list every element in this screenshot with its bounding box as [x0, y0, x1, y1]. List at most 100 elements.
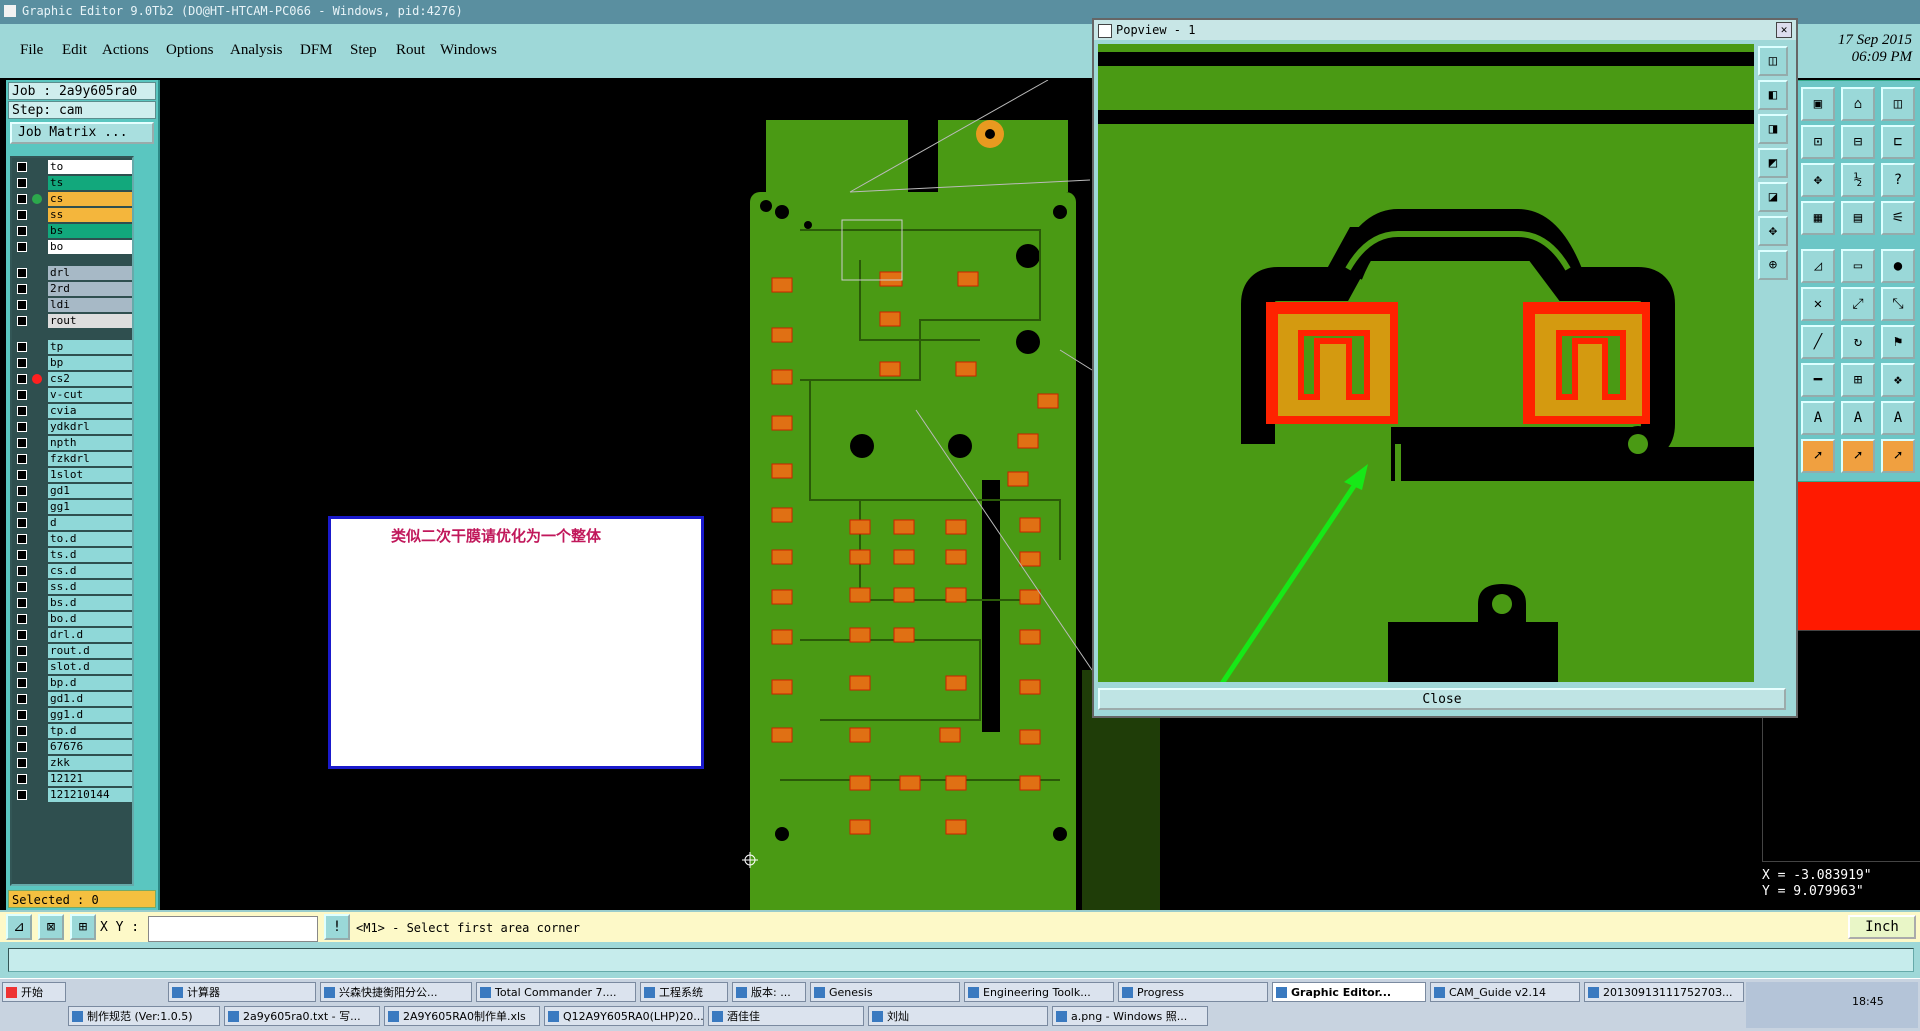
layer-row[interactable]: 67676: [14, 740, 132, 754]
tool-select-icon[interactable]: ➚: [1801, 439, 1835, 473]
layer-row[interactable]: to: [14, 160, 132, 174]
tool-measure-icon[interactable]: ◿: [1801, 249, 1835, 283]
menu-step[interactable]: Step: [350, 42, 377, 59]
popview-tool-5-icon[interactable]: ◪: [1758, 182, 1788, 212]
job-matrix-button[interactable]: Job Matrix ...: [10, 122, 154, 144]
layer-row[interactable]: npth: [14, 436, 132, 450]
layer-row[interactable]: bs: [14, 224, 132, 238]
menu-actions[interactable]: Actions: [102, 42, 149, 59]
layer-row[interactable]: 12121: [14, 772, 132, 786]
layer-checkbox[interactable]: [17, 422, 27, 432]
layer-row[interactable]: gd1: [14, 484, 132, 498]
tool-help-icon[interactable]: ?: [1881, 163, 1915, 197]
layer-checkbox[interactable]: [17, 694, 27, 704]
tool-zoom-out-icon[interactable]: ⊟: [1841, 125, 1875, 159]
menu-dfm[interactable]: DFM: [300, 42, 333, 59]
layer-row[interactable]: ts.d: [14, 548, 132, 562]
layer-row[interactable]: bp.d: [14, 676, 132, 690]
taskbar-button[interactable]: Q12A9Y605RA0(LHP)20...: [544, 1006, 704, 1026]
popview-tool-2-icon[interactable]: ◧: [1758, 80, 1788, 110]
popview-tool-3-icon[interactable]: ◨: [1758, 114, 1788, 144]
layer-checkbox[interactable]: [17, 662, 27, 672]
layer-checkbox[interactable]: [17, 774, 27, 784]
layer-row[interactable]: d: [14, 516, 132, 530]
tool-shapes-icon[interactable]: ❖: [1881, 363, 1915, 397]
taskbar-button[interactable]: 刘灿: [868, 1006, 1048, 1026]
tool-route-icon[interactable]: ⊏: [1881, 125, 1915, 159]
tool-text-c-icon[interactable]: A: [1881, 401, 1915, 435]
layer-checkbox[interactable]: [17, 242, 27, 252]
layer-checkbox[interactable]: [17, 646, 27, 656]
layer-checkbox[interactable]: [17, 534, 27, 544]
taskbar-button[interactable]: Total Commander 7....: [476, 982, 636, 1002]
tool-window-icon[interactable]: ◫: [1881, 87, 1915, 121]
popview-tool-7-icon[interactable]: ⊕: [1758, 250, 1788, 280]
tool-cross-icon[interactable]: ✕: [1801, 287, 1835, 321]
xy-input[interactable]: [148, 916, 318, 942]
taskbar-button[interactable]: Graphic Editor...: [1272, 982, 1426, 1002]
tool-ruler-icon[interactable]: ▭: [1841, 249, 1875, 283]
layer-row[interactable]: gd1.d: [14, 692, 132, 706]
layer-row[interactable]: to.d: [14, 532, 132, 546]
layer-checkbox[interactable]: [17, 630, 27, 640]
layer-checkbox[interactable]: [17, 454, 27, 464]
layer-checkbox[interactable]: [17, 758, 27, 768]
tool-link-icon[interactable]: ⤡: [1881, 287, 1915, 321]
layer-row[interactable]: fzkdrl: [14, 452, 132, 466]
layer-row[interactable]: bp: [14, 356, 132, 370]
layer-checkbox[interactable]: [17, 470, 27, 480]
tool-connect-icon[interactable]: ⤢: [1841, 287, 1875, 321]
layer-row[interactable]: tp: [14, 340, 132, 354]
layer-checkbox[interactable]: [17, 438, 27, 448]
taskbar-button[interactable]: 2a9y605ra0.txt - 写...: [224, 1006, 380, 1026]
layer-row[interactable]: gg1: [14, 500, 132, 514]
tool-minus-icon[interactable]: ━: [1801, 363, 1835, 397]
taskbar-button[interactable]: a.png - Windows 照...: [1052, 1006, 1208, 1026]
popview-tool-6-icon[interactable]: ✥: [1758, 216, 1788, 246]
tool-arc-icon[interactable]: ↻: [1841, 325, 1875, 359]
taskbar-button[interactable]: 工程系统: [640, 982, 728, 1002]
layer-row[interactable]: 2rd: [14, 282, 132, 296]
menu-edit[interactable]: Edit: [62, 42, 87, 59]
tool-zoom-in-icon[interactable]: ⊡: [1801, 125, 1835, 159]
layer-row[interactable]: gg1.d: [14, 708, 132, 722]
tool-pad-icon[interactable]: ●: [1881, 249, 1915, 283]
taskbar-button[interactable]: Progress: [1118, 982, 1268, 1002]
layer-checkbox[interactable]: [17, 268, 27, 278]
popview-tool-4-icon[interactable]: ◩: [1758, 148, 1788, 178]
tool-scale-icon[interactable]: ½: [1841, 163, 1875, 197]
layer-row[interactable]: ldi: [14, 298, 132, 312]
layer-checkbox[interactable]: [17, 678, 27, 688]
layer-checkbox[interactable]: [17, 300, 27, 310]
menu-rout[interactable]: Rout: [396, 42, 425, 59]
popview-close-icon[interactable]: ✕: [1776, 22, 1792, 38]
taskbar-button[interactable]: CAM_Guide v2.14: [1430, 982, 1580, 1002]
popview-close-button[interactable]: Close: [1098, 688, 1786, 710]
layer-checkbox[interactable]: [17, 162, 27, 172]
start-button[interactable]: 开始: [2, 982, 66, 1002]
layer-row[interactable]: rout: [14, 314, 132, 328]
tool-align-icon[interactable]: ⊞: [1841, 363, 1875, 397]
tool-net-icon[interactable]: ⚟: [1881, 201, 1915, 235]
layer-row[interactable]: ss: [14, 208, 132, 222]
tool-home-icon[interactable]: ⌂: [1841, 87, 1875, 121]
tool-grid-icon[interactable]: ▦: [1801, 201, 1835, 235]
tool-pan-icon[interactable]: ✥: [1801, 163, 1835, 197]
tool-print-icon[interactable]: ▣: [1801, 87, 1835, 121]
layer-checkbox[interactable]: [17, 486, 27, 496]
tool-text-a-icon[interactable]: A: [1801, 401, 1835, 435]
layer-row[interactable]: ts: [14, 176, 132, 190]
layer-checkbox[interactable]: [17, 566, 27, 576]
taskbar-button[interactable]: 兴森快捷衡阳分公...: [320, 982, 472, 1002]
layer-checkbox[interactable]: [17, 790, 27, 800]
layer-row[interactable]: cs2: [14, 372, 132, 386]
taskbar-button[interactable]: 2013091311175270З...: [1584, 982, 1744, 1002]
layer-row[interactable]: tp.d: [14, 724, 132, 738]
taskbar-button[interactable]: 2A9Y605RA0制作单.xls: [384, 1006, 540, 1026]
layer-checkbox[interactable]: [17, 742, 27, 752]
tool-line-icon[interactable]: ╱: [1801, 325, 1835, 359]
layer-checkbox[interactable]: [17, 284, 27, 294]
taskbar-button[interactable]: 制作规范 (Ver:1.0.5): [68, 1006, 220, 1026]
snap-icon[interactable]: ⊿: [6, 914, 32, 940]
tool-text-b-icon[interactable]: A: [1841, 401, 1875, 435]
